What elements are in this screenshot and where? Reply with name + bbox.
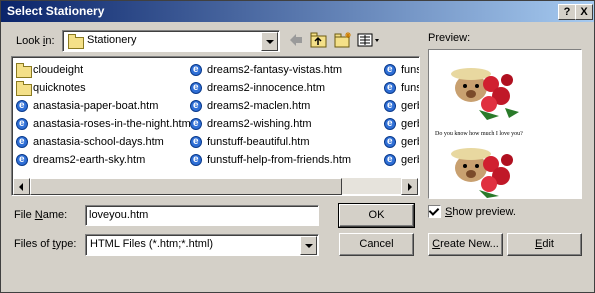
folder-icon (16, 63, 32, 78)
files-of-type-value: HTML Files (*.htm;*.html) (90, 238, 214, 250)
cancel-button[interactable]: Cancel (339, 233, 414, 256)
file-name: gerbert (401, 100, 419, 112)
preview-pane: Do you know how much I love you? (428, 49, 582, 199)
htm-file-icon (16, 98, 28, 114)
file-name: dreams2-earth-sky.htm (33, 154, 146, 166)
file-name: gerbert (401, 136, 419, 148)
title-bar: Select Stationery ? X (1, 1, 594, 22)
file-name: gerbert (401, 154, 419, 166)
file-name-input[interactable]: loveyou.htm (85, 205, 319, 226)
scroll-thumb[interactable] (30, 178, 342, 195)
files-of-type-dropdown[interactable]: HTML Files (*.htm;*.html) (85, 234, 319, 256)
chevron-down-icon[interactable] (261, 32, 278, 51)
file-name: funstuff-help-from-friends.htm (207, 154, 352, 166)
file-name: anastasia-school-days.htm (33, 136, 164, 148)
show-preview-checkbox[interactable] (428, 205, 441, 218)
htm-file-icon (384, 134, 396, 150)
htm-file-icon (190, 80, 202, 96)
htm-file-icon (384, 98, 396, 114)
file-name-value: loveyou.htm (89, 209, 149, 221)
look-in-label: Look in: (16, 35, 55, 47)
files-of-type-label: Files of type: (14, 238, 77, 250)
file-name: funstuff (401, 82, 420, 94)
stationery-preview-image: Do you know how much I love you? (435, 68, 523, 198)
look-in-value: Stationery (87, 34, 137, 46)
htm-file-icon (16, 152, 28, 168)
htm-file-icon (384, 116, 396, 132)
scroll-left-button[interactable] (13, 178, 30, 195)
file-name: cloudeight (33, 64, 84, 76)
folder-icon (16, 81, 32, 96)
htm-file-icon (190, 152, 202, 168)
file-name: anastasia-paper-boat.htm (33, 100, 159, 112)
htm-file-icon (16, 134, 28, 150)
close-button[interactable]: X (575, 4, 593, 20)
up-folder-icon[interactable] (309, 31, 329, 49)
ok-button[interactable]: OK (338, 203, 415, 228)
file-name: funstuff (401, 64, 420, 76)
chevron-down-icon[interactable] (300, 236, 317, 255)
view-menu-icon[interactable] (357, 31, 381, 49)
file-name: dreams2-innocence.htm (207, 82, 326, 94)
help-button[interactable]: ? (558, 4, 576, 20)
back-arrow-icon[interactable] (287, 31, 305, 49)
htm-file-icon (190, 134, 202, 150)
file-name: funstuff-beautiful.htm (207, 136, 310, 148)
folder-icon (68, 34, 84, 49)
htm-file-icon (384, 80, 396, 96)
file-name: anastasia-roses-in-the-night.htm (33, 118, 191, 130)
edit-button[interactable]: Edit (507, 233, 582, 256)
new-folder-icon[interactable] (333, 31, 353, 49)
horizontal-scrollbar[interactable] (13, 178, 418, 195)
file-name: dreams2-maclen.htm (207, 100, 311, 112)
htm-file-icon (384, 152, 396, 168)
create-new-button[interactable]: Create New... (428, 233, 503, 256)
look-in-dropdown[interactable]: Stationery (62, 30, 280, 52)
htm-file-icon (190, 98, 202, 114)
file-name: gerbert (401, 118, 419, 130)
file-list[interactable]: cloudeight quicknotes anastasia-paper-boat… (11, 56, 420, 196)
htm-file-icon (16, 116, 28, 132)
preview-caption: Do you know how much I love you? (435, 131, 523, 137)
htm-file-icon (190, 62, 202, 78)
preview-label: Preview: (428, 32, 471, 44)
file-name: quicknotes (33, 82, 86, 94)
select-stationery-dialog: Select Stationery ? X Look in: Stationer… (0, 0, 595, 293)
file-name: dreams2-wishing.htm (207, 118, 312, 130)
htm-file-icon (384, 62, 396, 78)
scroll-right-button[interactable] (401, 178, 418, 195)
file-name-label: File Name: (14, 209, 68, 221)
file-name: dreams2-fantasy-vistas.htm (207, 64, 343, 76)
htm-file-icon (190, 116, 202, 132)
show-preview-label[interactable]: Show preview. (445, 206, 516, 218)
window-title: Select Stationery (7, 4, 105, 18)
